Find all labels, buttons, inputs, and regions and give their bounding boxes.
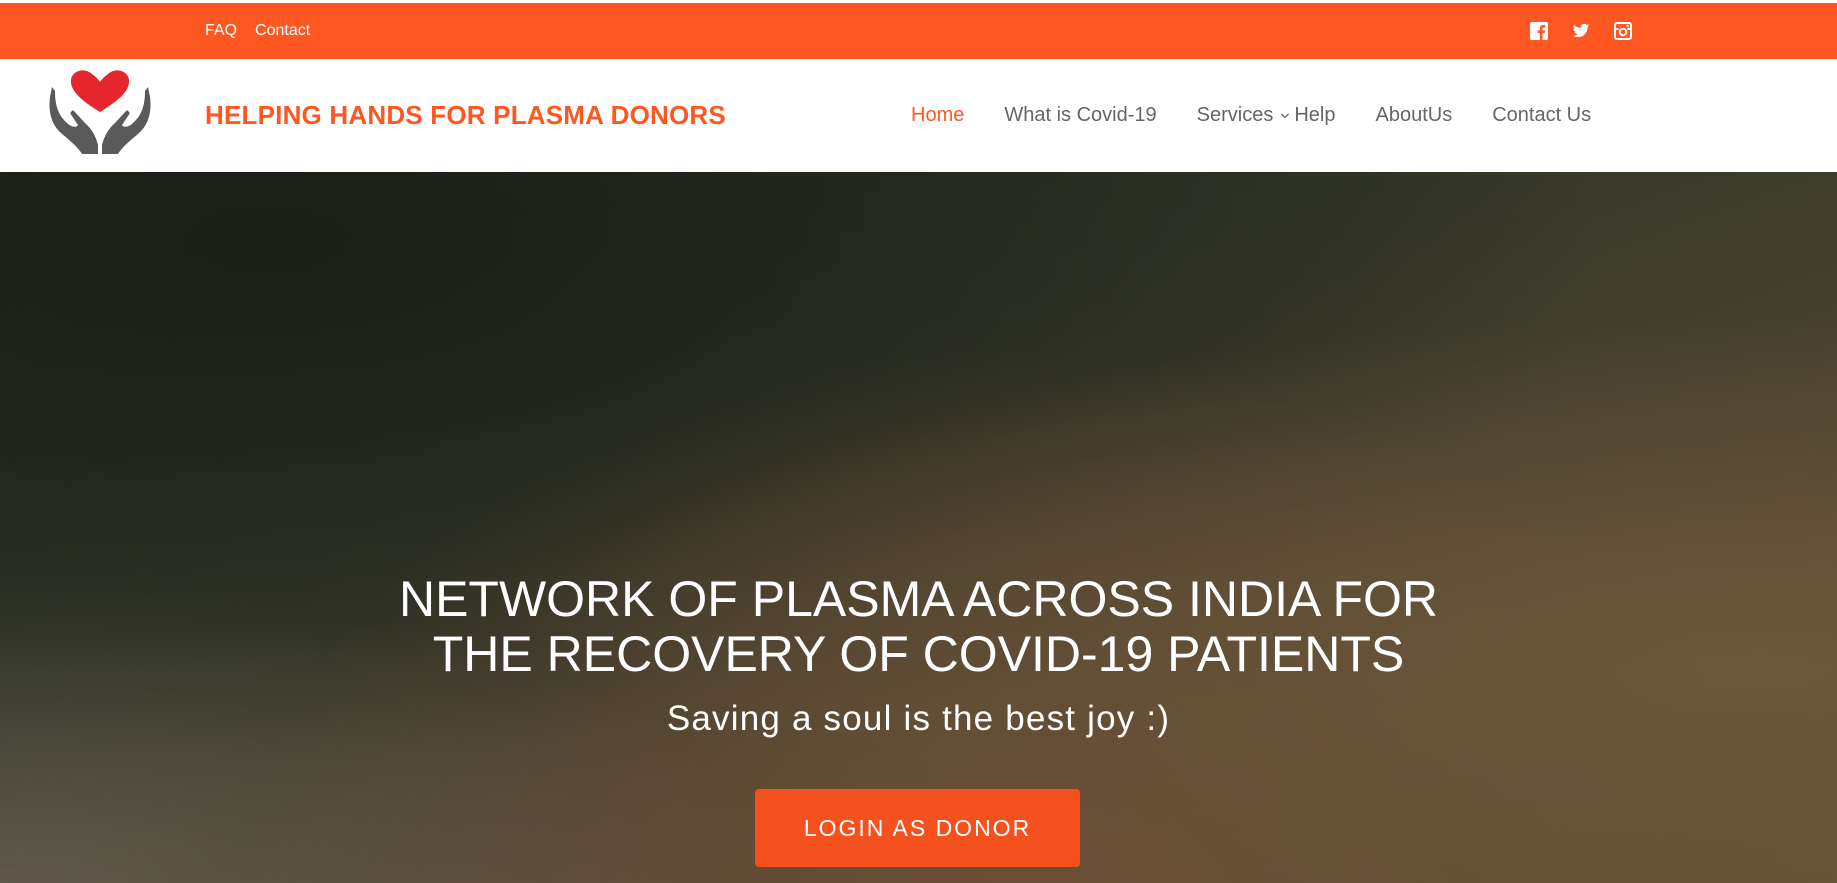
twitter-icon[interactable] xyxy=(1572,22,1590,40)
instagram-icon[interactable] xyxy=(1614,22,1632,40)
chevron-down-icon[interactable] xyxy=(1280,111,1290,121)
nav-what-is-covid[interactable]: What is Covid-19 xyxy=(1004,104,1156,127)
hands-holding-heart-icon[interactable] xyxy=(40,65,160,165)
top-bar: FAQ Contact xyxy=(0,3,1837,59)
contact-link[interactable]: Contact xyxy=(255,22,310,40)
brand-title: HELPING HANDS FOR PLASMA DONORS xyxy=(205,100,726,130)
nav-contact-us[interactable]: Contact Us xyxy=(1492,104,1591,127)
nav-about-us[interactable]: AboutUs xyxy=(1375,104,1452,127)
nav-help[interactable]: Help xyxy=(1294,104,1335,127)
nav-home[interactable]: Home xyxy=(911,104,964,127)
hero-title-line-1: NETWORK OF PLASMA ACROSS INDIA FOR xyxy=(398,571,1439,627)
faq-link[interactable]: FAQ xyxy=(205,22,237,40)
hero-title: NETWORK OF PLASMA ACROSS INDIA FOR THE R… xyxy=(0,572,1837,682)
hero-subtitle: Saving a soul is the best joy :) xyxy=(666,699,1171,738)
hero-banner: NETWORK OF PLASMA ACROSS INDIA FOR THE R… xyxy=(0,172,1837,883)
login-as-donor-button[interactable]: LOGIN AS DONOR xyxy=(755,789,1080,867)
hero-title-line-2: THE RECOVERY OF COVID-19 PATIENTS xyxy=(432,626,1405,682)
top-links: FAQ Contact xyxy=(205,3,310,59)
facebook-icon[interactable] xyxy=(1530,22,1548,40)
main-nav: Home What is Covid-19 Services Help Abou… xyxy=(911,59,1591,172)
social-links xyxy=(1530,3,1632,59)
nav-services[interactable]: Services xyxy=(1197,104,1274,127)
site-header: HELPING HANDS FOR PLASMA DONORS Home Wha… xyxy=(0,59,1837,172)
